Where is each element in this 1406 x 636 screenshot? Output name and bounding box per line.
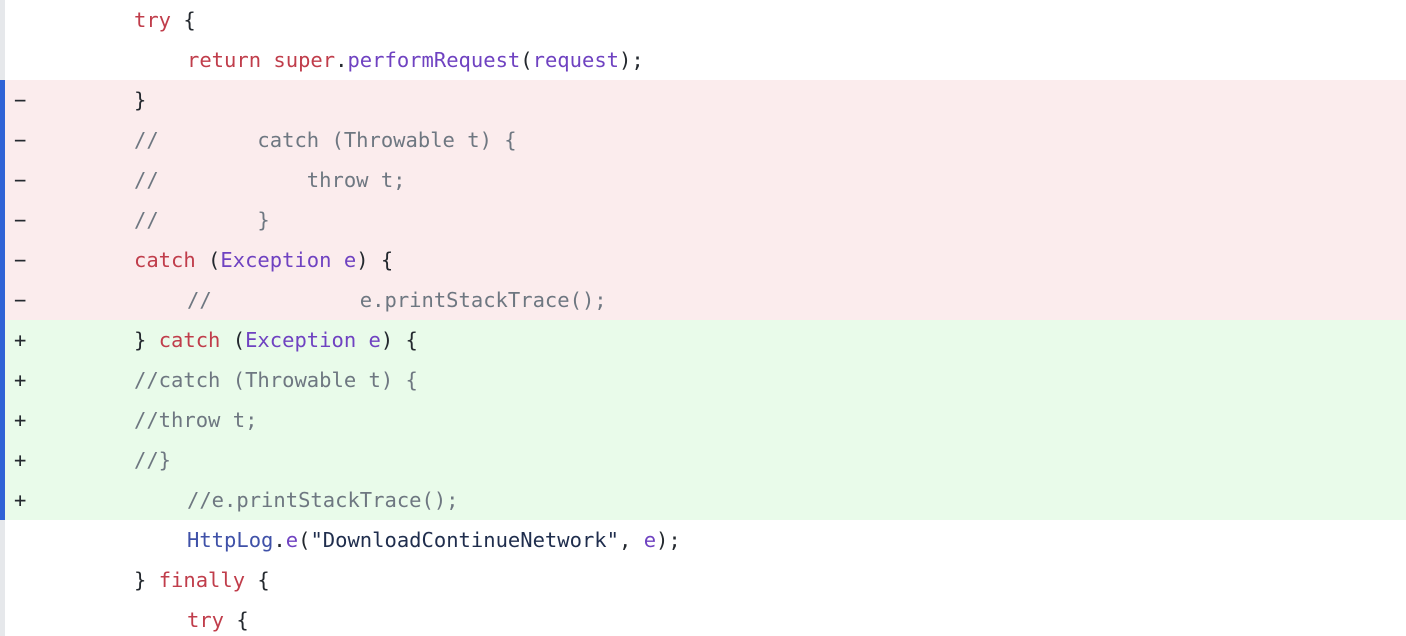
punct-token: . xyxy=(273,528,286,552)
punct-token: { xyxy=(245,568,270,592)
variable-token: e xyxy=(368,328,381,352)
diff-line-context[interactable]: try { xyxy=(0,600,1406,636)
keyword-token: try xyxy=(134,8,172,32)
keyword-token: try xyxy=(187,608,225,632)
punct-token: { xyxy=(224,608,249,632)
diff-line-deleted[interactable]: − // e.printStackTrace(); xyxy=(0,280,1406,320)
comment-text: //e.printStackTrace(); xyxy=(187,488,459,512)
deleted-marker: − xyxy=(14,208,27,232)
type-token: Exception xyxy=(220,248,332,272)
variable-token: request xyxy=(532,48,620,72)
punct-token: } xyxy=(134,568,159,592)
comment-text: // } xyxy=(134,208,270,232)
diff-line-added[interactable]: + //catch (Throwable t) { xyxy=(0,360,1406,400)
added-marker: + xyxy=(14,368,27,392)
comment-text: //catch (Throwable t) { xyxy=(134,368,418,392)
code-text: catch (Exception e) { xyxy=(134,240,393,280)
diff-line-deleted[interactable]: − // throw t; xyxy=(0,160,1406,200)
punct-token: { xyxy=(171,8,196,32)
punct-token: ( xyxy=(220,328,246,352)
type-token: Exception xyxy=(245,328,357,352)
punct-token: ( xyxy=(195,248,221,272)
code-text: } xyxy=(134,88,147,112)
diff-line-added[interactable]: + //throw t; xyxy=(0,400,1406,440)
added-marker: + xyxy=(14,448,27,472)
diff-line-deleted[interactable]: − // catch (Throwable t) { xyxy=(0,120,1406,160)
comment-text: //} xyxy=(134,448,172,472)
punct-token: . xyxy=(335,48,348,72)
diff-line-context[interactable]: HttpLog.e("DownloadContinueNetwork", e); xyxy=(0,520,1406,560)
comment-text: //throw t; xyxy=(134,408,258,432)
deleted-marker: − xyxy=(14,128,27,152)
diff-line-context[interactable]: try { xyxy=(0,0,1406,40)
diff-line-added[interactable]: + //e.printStackTrace(); xyxy=(0,480,1406,520)
keyword-token: finally xyxy=(158,568,246,592)
diff-line-deleted[interactable]: − // } xyxy=(0,200,1406,240)
variable-token: e xyxy=(343,248,357,272)
added-marker: + xyxy=(14,408,27,432)
diff-line-added[interactable]: + //} xyxy=(0,440,1406,480)
deleted-marker: − xyxy=(14,88,27,112)
code-text: HttpLog.e("DownloadContinueNetwork", e); xyxy=(187,520,681,560)
method-token: e xyxy=(285,528,299,552)
keyword-token: super xyxy=(273,48,336,72)
code-text: } catch (Exception e) { xyxy=(134,320,418,360)
added-marker: + xyxy=(14,488,27,512)
code-diff-view: try { return super.performRequest(reques… xyxy=(0,0,1406,636)
code-text: try { xyxy=(134,0,196,40)
punct-token: ); xyxy=(656,528,681,552)
class-token: HttpLog xyxy=(187,528,274,552)
string-token: "DownloadContinueNetwork" xyxy=(310,528,619,552)
punct-token: , xyxy=(619,528,644,552)
punct-token: ) { xyxy=(380,328,418,352)
comment-text: // throw t; xyxy=(134,168,406,192)
code-text: return super.performRequest(request); xyxy=(187,40,644,80)
comment-text: // e.printStackTrace(); xyxy=(187,288,607,312)
punct-token: } xyxy=(134,328,159,352)
diff-line-context[interactable]: return super.performRequest(request); xyxy=(0,40,1406,80)
punct-token: ( xyxy=(298,528,311,552)
keyword-token: return xyxy=(187,48,262,72)
added-marker: + xyxy=(14,328,27,352)
keyword-token: catch xyxy=(158,328,221,352)
punct-token: ( xyxy=(520,48,533,72)
diff-line-deleted[interactable]: − catch (Exception e) { xyxy=(0,240,1406,280)
deleted-marker: − xyxy=(14,248,27,272)
variable-token: e xyxy=(643,528,657,552)
diff-line-context[interactable]: } finally { xyxy=(0,560,1406,600)
deleted-marker: − xyxy=(14,168,27,192)
punct-token: ) { xyxy=(356,248,394,272)
method-token: performRequest xyxy=(347,48,521,72)
diff-line-added[interactable]: + } catch (Exception e) { xyxy=(0,320,1406,360)
deleted-marker: − xyxy=(14,288,27,312)
diff-line-deleted[interactable]: − } xyxy=(0,80,1406,120)
comment-text: // catch (Throwable t) { xyxy=(134,128,517,152)
code-text: try { xyxy=(187,600,249,636)
punct-token: ); xyxy=(619,48,644,72)
code-text: } finally { xyxy=(134,560,270,600)
keyword-token: catch xyxy=(134,248,196,272)
